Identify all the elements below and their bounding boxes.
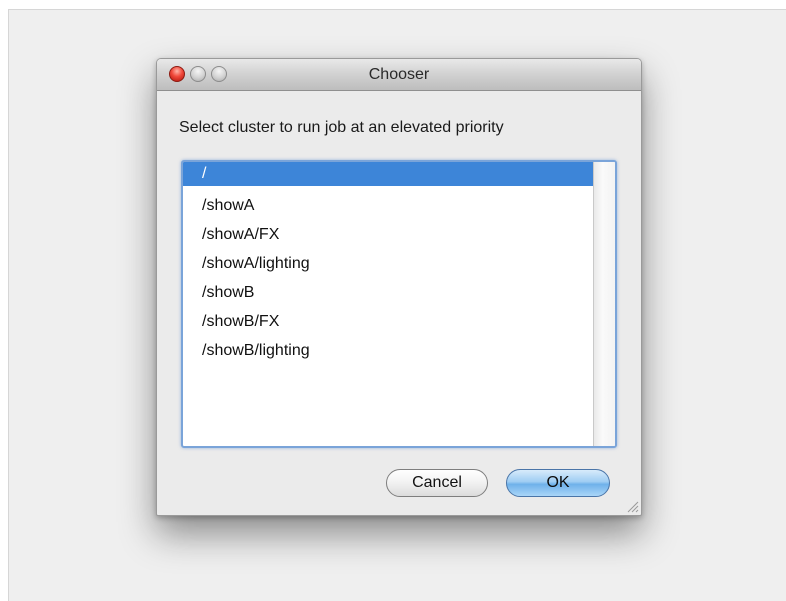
window-title: Chooser (368, 66, 430, 83)
list-item-showA-fx[interactable]: /showA/FX (183, 220, 593, 249)
cluster-list-items: / /showA /showA/FX /showA/lighting /show… (183, 162, 593, 446)
cancel-button[interactable]: Cancel (386, 469, 488, 497)
ok-button[interactable]: OK (506, 469, 610, 497)
cluster-list[interactable]: / /showA /showA/FX /showA/lighting /show… (181, 160, 617, 448)
list-item-showB-lighting[interactable]: /showB/lighting (183, 336, 593, 365)
list-item-showA[interactable]: /showA (183, 191, 593, 220)
list-item-showB-fx[interactable]: /showB/FX (183, 307, 593, 336)
dialog-prompt: Select cluster to run job at an elevated… (179, 119, 504, 136)
list-item-showA-lighting[interactable]: /showA/lighting (183, 249, 593, 278)
list-item-root[interactable]: / (183, 162, 593, 186)
resize-grip-icon[interactable] (625, 499, 639, 513)
title-bar[interactable]: Chooser (157, 59, 641, 91)
list-item-showB[interactable]: /showB (183, 278, 593, 307)
list-scrollbar[interactable] (593, 162, 615, 446)
chooser-dialog: Chooser Select cluster to run job at an … (156, 58, 642, 516)
